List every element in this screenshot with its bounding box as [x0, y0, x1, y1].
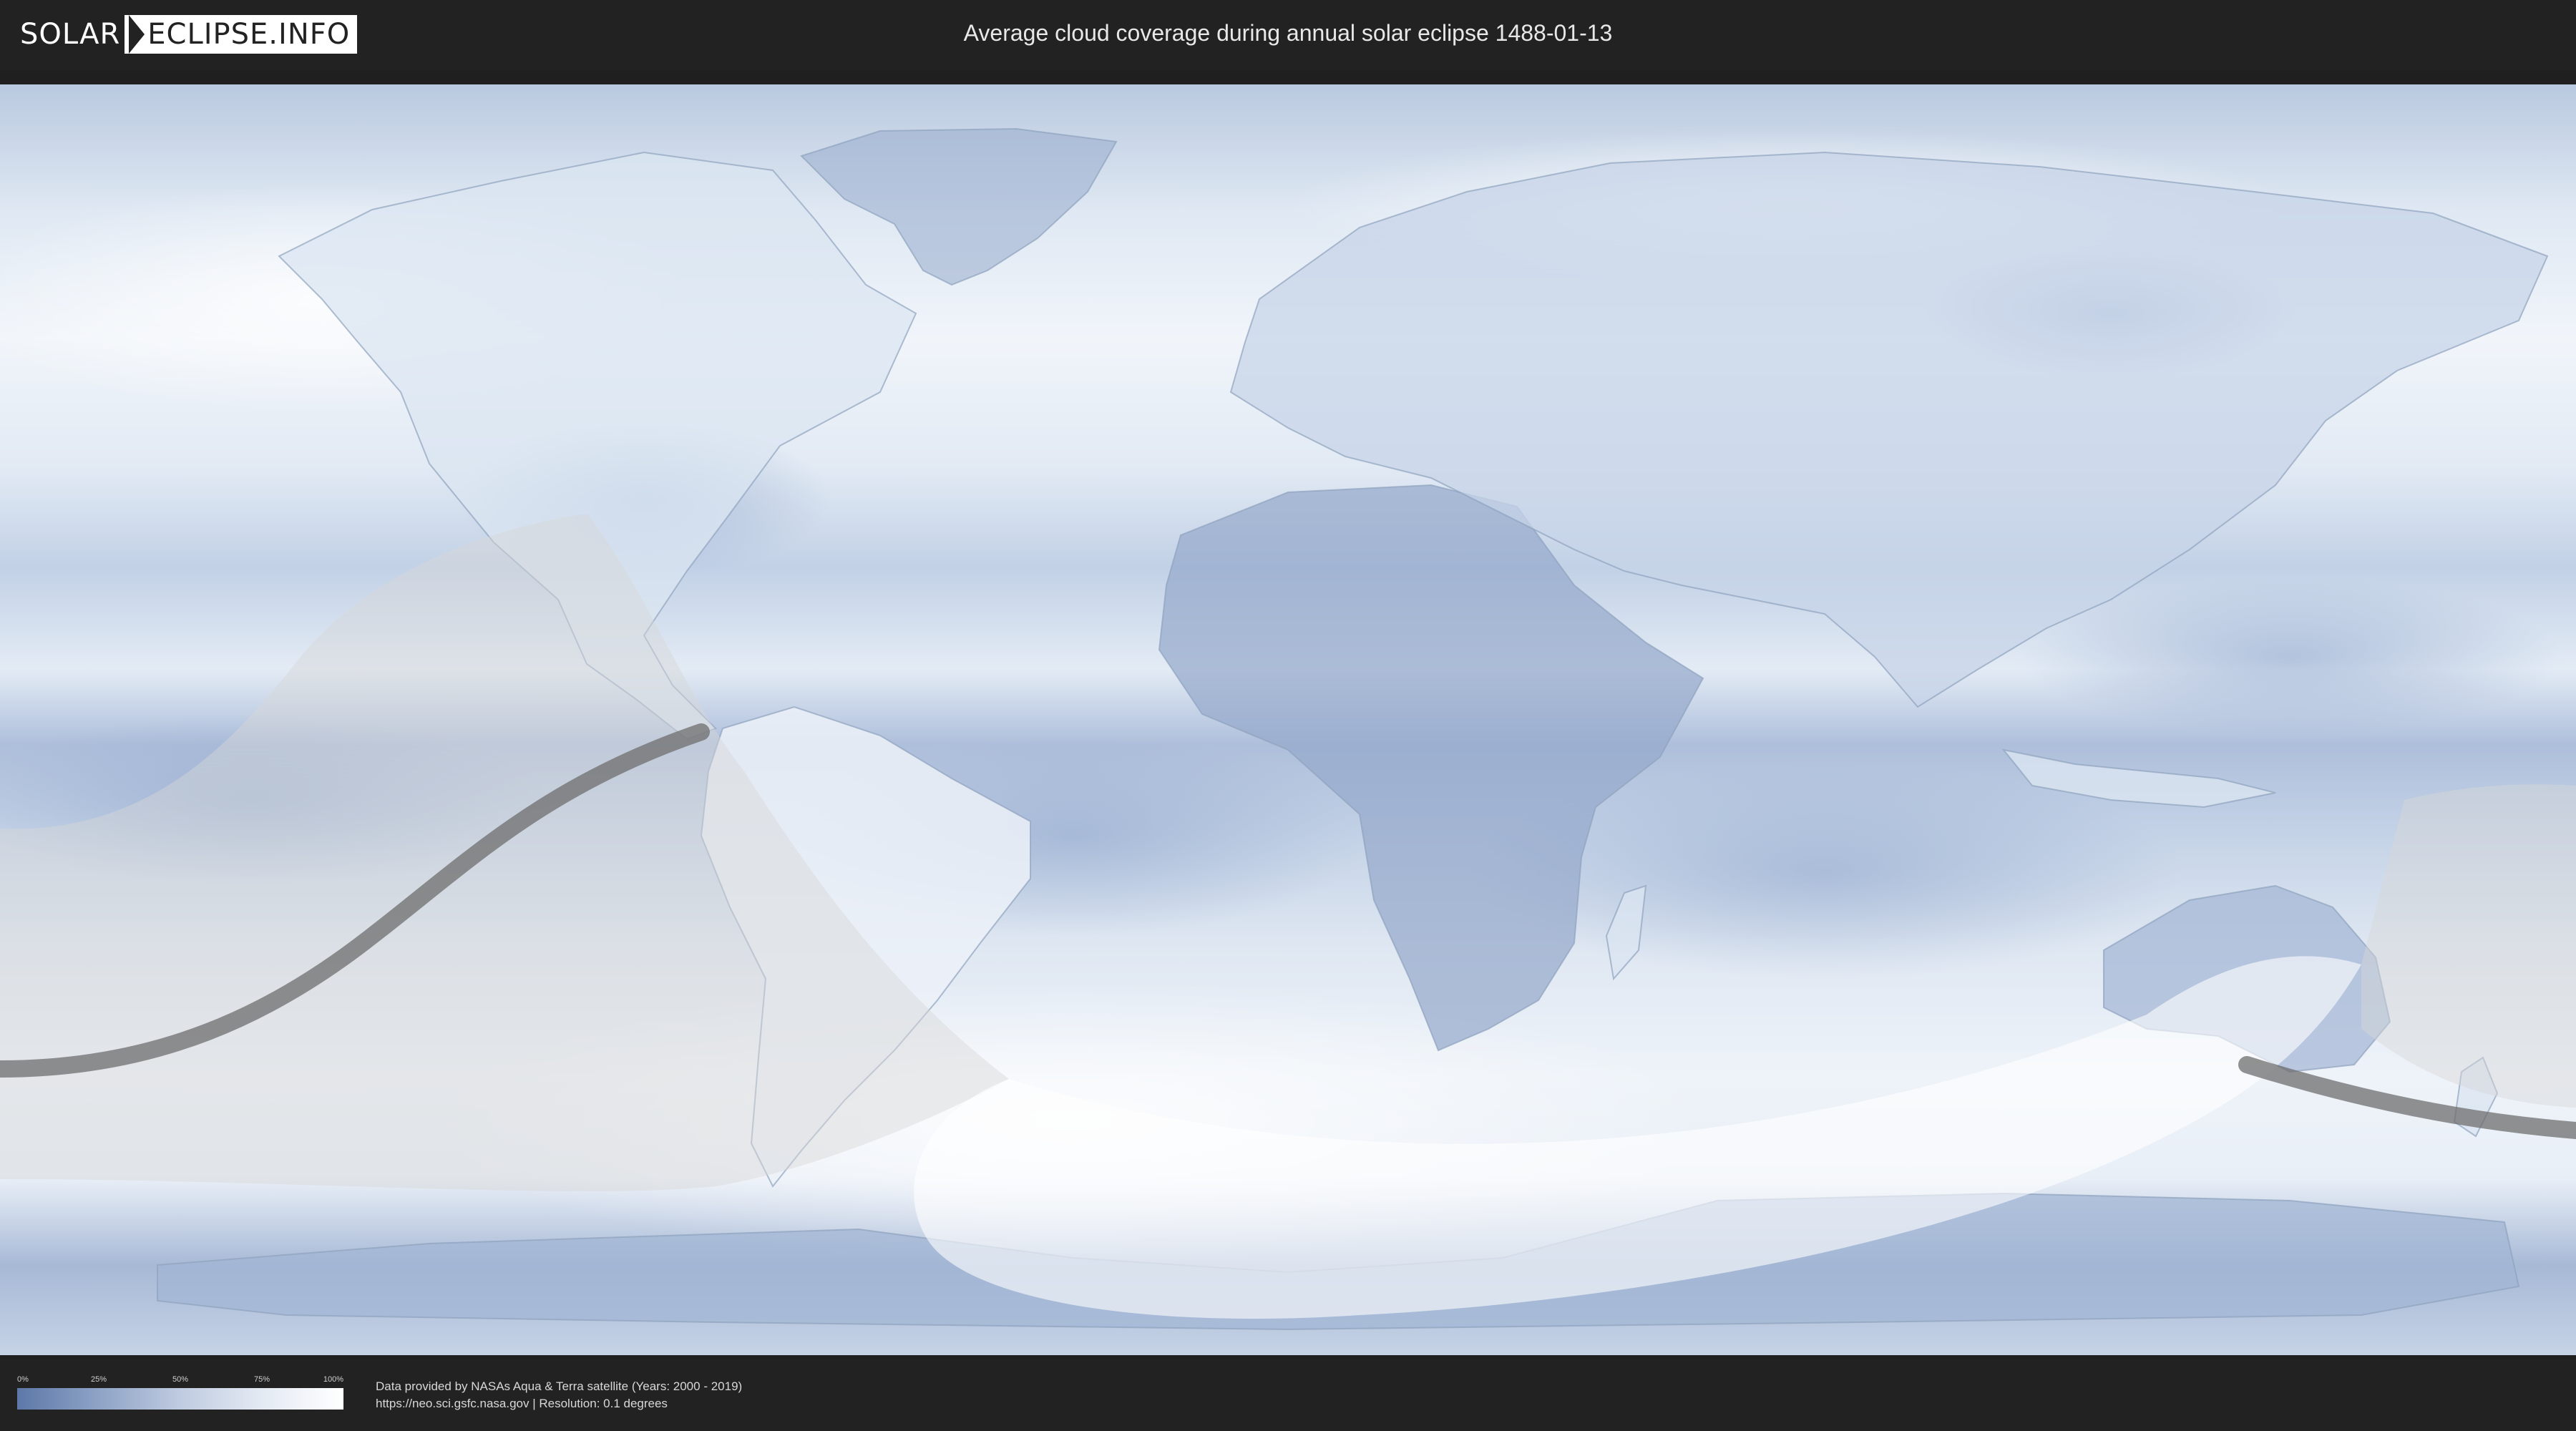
legend-tick-75: 75% [253, 1375, 270, 1384]
footer-bar: 0% 25% 50% 75% 100% Data provided by NAS… [0, 1359, 2576, 1431]
cloud-coverage-legend: 0% 25% 50% 75% 100% [17, 1375, 343, 1410]
world-map-svg [0, 84, 2576, 1355]
page-title: Average cloud coverage during annual sol… [963, 20, 1613, 46]
credits-source: Data provided by NASAs Aqua & Terra sate… [376, 1379, 743, 1393]
legend-tick-100: 100% [323, 1375, 343, 1384]
legend-tick-0: 0% [17, 1375, 29, 1384]
cloud-coverage-map [0, 84, 2576, 1355]
legend-gradient-bar [17, 1388, 343, 1410]
data-credits: Data provided by NASAs Aqua & Terra sate… [376, 1378, 742, 1412]
legend-tick-50: 50% [172, 1375, 189, 1384]
legend-ticks: 0% 25% 50% 75% 100% [17, 1375, 343, 1388]
legend-tick-25: 25% [90, 1375, 107, 1384]
header-bar: SOLAR ECLIPSE.INFO Average cloud coverag… [0, 0, 2576, 70]
credits-url[interactable]: https://neo.sci.gsfc.nasa.gov | Resoluti… [376, 1395, 742, 1412]
